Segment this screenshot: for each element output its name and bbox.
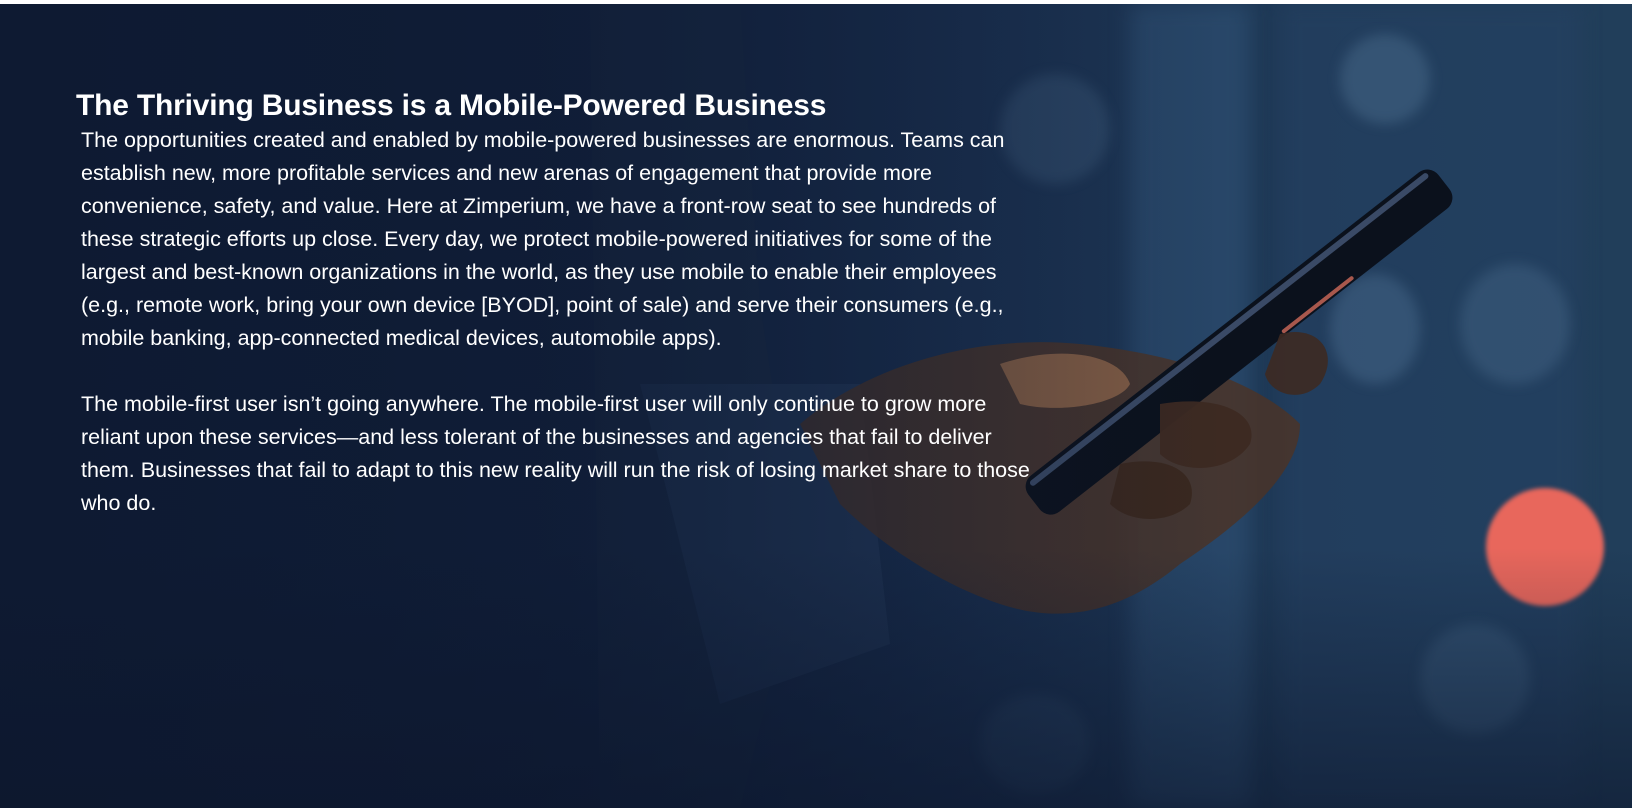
- content-block: The Thriving Business is a Mobile-Powere…: [76, 88, 1056, 520]
- body-paragraph-1: The opportunities created and enabled by…: [81, 128, 1005, 350]
- body-paragraph-2: The mobile-first user isn’t going anywhe…: [81, 392, 1030, 515]
- page: The Thriving Business is a Mobile-Powere…: [0, 4, 1632, 808]
- page-title: The Thriving Business is a Mobile-Powere…: [76, 89, 827, 122]
- bottom-shade: [0, 548, 1632, 808]
